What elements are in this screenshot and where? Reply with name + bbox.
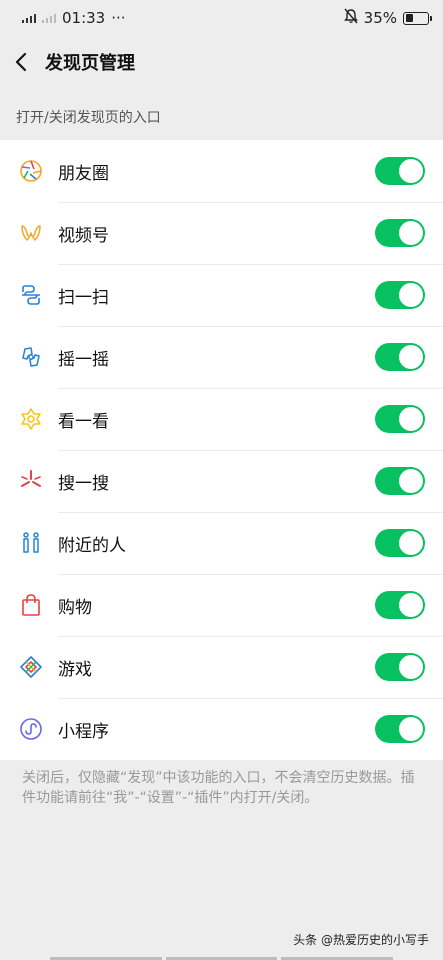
toggle-knob bbox=[399, 593, 423, 617]
toggle-shopping[interactable] bbox=[375, 591, 425, 619]
status-left: 01:33 ··· bbox=[22, 9, 126, 27]
toggle-people-nearby[interactable] bbox=[375, 529, 425, 557]
battery-percent: 35% bbox=[363, 9, 397, 27]
toggle-scan[interactable] bbox=[375, 281, 425, 309]
toggle-knob bbox=[399, 469, 423, 493]
shopping-bag-icon bbox=[18, 592, 44, 618]
toggle-knob bbox=[399, 717, 423, 741]
moments-icon bbox=[18, 158, 44, 184]
people-nearby-icon bbox=[18, 530, 44, 556]
item-label: 游戏 bbox=[58, 659, 92, 680]
toggle-top-stories[interactable] bbox=[375, 405, 425, 433]
toggle-knob bbox=[399, 221, 423, 245]
toggle-mini-programs[interactable] bbox=[375, 715, 425, 743]
toggle-knob bbox=[399, 159, 423, 183]
section-label: 打开/关闭发现页的入口 bbox=[16, 110, 161, 126]
page-title: 发现页管理 bbox=[45, 53, 135, 74]
list-item-search: 搜一搜 bbox=[0, 450, 443, 512]
top-stories-icon bbox=[18, 406, 44, 432]
status-bar: 01:33 ··· 35% bbox=[0, 0, 443, 36]
toggle-shake[interactable] bbox=[375, 343, 425, 371]
search-icon bbox=[18, 468, 44, 494]
watermark: 头条 @热爱历史的小写手 bbox=[293, 933, 429, 947]
battery-fill bbox=[405, 14, 413, 22]
back-arrow-icon[interactable] bbox=[14, 51, 36, 73]
item-label: 摇一摇 bbox=[58, 349, 109, 370]
list-item-shopping: 购物 bbox=[0, 574, 443, 636]
list-item-shake: 摇一摇 bbox=[0, 326, 443, 388]
item-label: 朋友圈 bbox=[58, 163, 109, 184]
list-item-moments: 朋友圈 bbox=[0, 140, 443, 202]
item-label: 扫一扫 bbox=[58, 287, 109, 308]
toggle-moments[interactable] bbox=[375, 157, 425, 185]
status-time: 01:33 bbox=[62, 9, 106, 27]
toggle-knob bbox=[399, 531, 423, 555]
list-item-games: 游戏 bbox=[0, 636, 443, 698]
item-label: 购物 bbox=[58, 597, 92, 618]
toggle-knob bbox=[399, 283, 423, 307]
channels-icon bbox=[18, 220, 44, 246]
scan-icon bbox=[18, 282, 44, 308]
item-label: 小程序 bbox=[58, 721, 109, 742]
list-item-top-stories: 看一看 bbox=[0, 388, 443, 450]
mini-programs-icon bbox=[18, 716, 44, 742]
footnote: 关闭后，仅隐藏“发现”中该功能的入口，不会清空历史数据。插件功能请前往“我”-“… bbox=[22, 770, 415, 806]
title-bar: 发现页管理 bbox=[0, 36, 443, 88]
toggle-search[interactable] bbox=[375, 467, 425, 495]
mute-bell-icon bbox=[343, 8, 358, 28]
item-label: 看一看 bbox=[58, 411, 109, 432]
entry-list: 朋友圈 视频号 扫一扫 摇一摇 看一看 搜一搜 附近的人 购物 游戏 小程序 bbox=[0, 140, 443, 760]
item-label: 搜一搜 bbox=[58, 473, 109, 494]
toggle-knob bbox=[399, 345, 423, 369]
signal-icon bbox=[22, 13, 36, 23]
toggle-knob bbox=[399, 407, 423, 431]
shake-icon bbox=[18, 344, 44, 370]
item-label: 附近的人 bbox=[58, 535, 126, 556]
games-icon bbox=[18, 654, 44, 680]
toggle-channels[interactable] bbox=[375, 219, 425, 247]
signal-icon-secondary bbox=[42, 13, 56, 23]
status-right: 35% bbox=[343, 8, 432, 28]
status-more: ··· bbox=[111, 9, 126, 27]
list-item-mini-programs: 小程序 bbox=[0, 698, 443, 760]
list-item-people-nearby: 附近的人 bbox=[0, 512, 443, 574]
battery-icon bbox=[403, 11, 432, 25]
list-item-scan: 扫一扫 bbox=[0, 264, 443, 326]
toggle-games[interactable] bbox=[375, 653, 425, 681]
item-label: 视频号 bbox=[58, 225, 109, 246]
toggle-knob bbox=[399, 655, 423, 679]
list-item-channels: 视频号 bbox=[0, 202, 443, 264]
